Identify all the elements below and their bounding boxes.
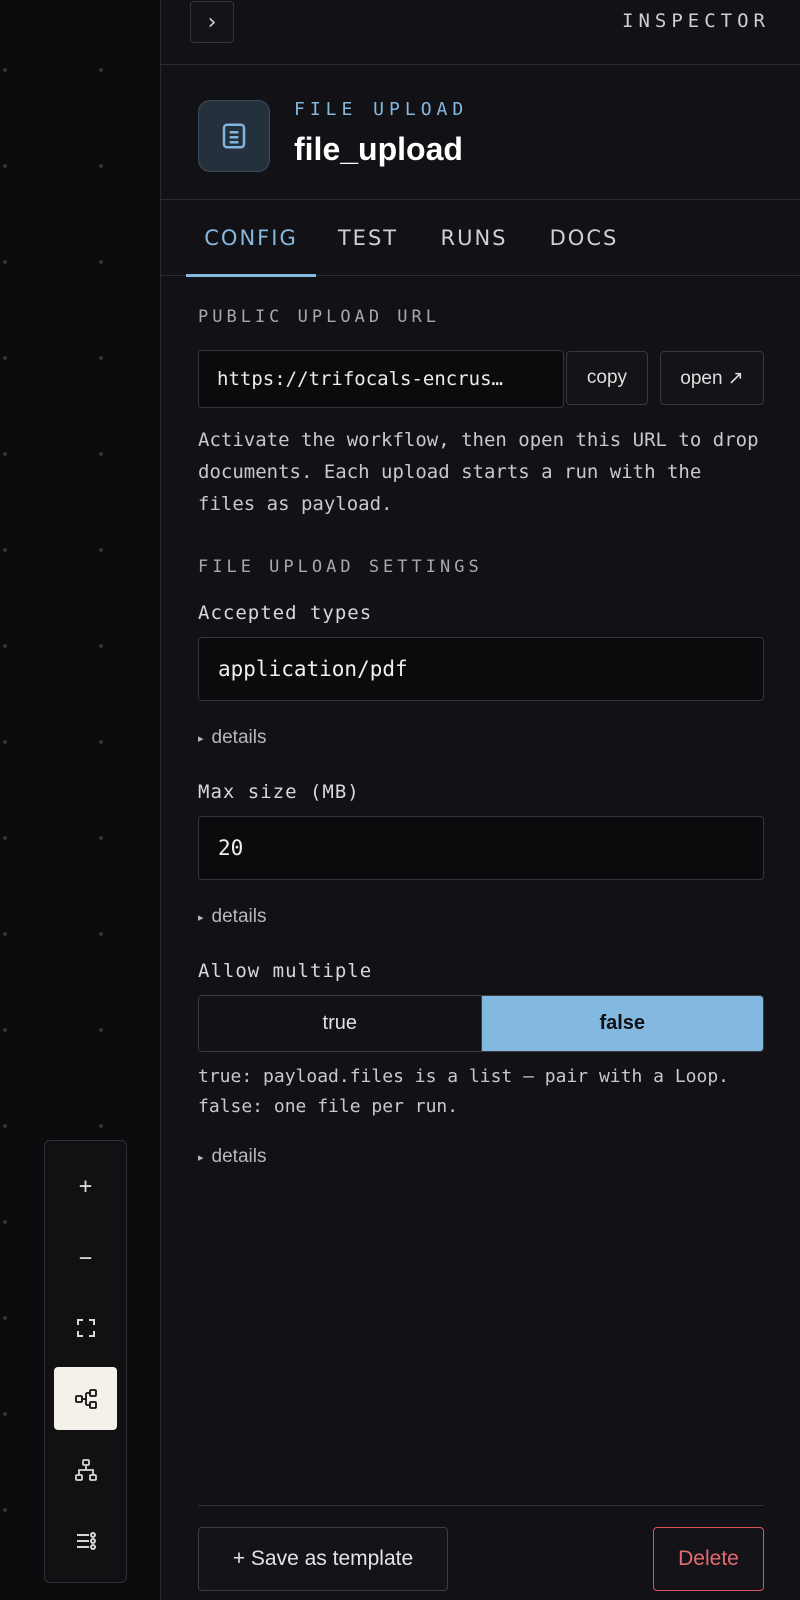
- details-label: details: [211, 1146, 267, 1167]
- tab-runs[interactable]: RUNS: [433, 200, 515, 276]
- allow-multiple-toggle: true false: [198, 995, 764, 1052]
- accepted-types-details[interactable]: ▸ details: [198, 727, 266, 749]
- list-icon: [76, 1531, 96, 1550]
- chevron-right-icon: ›: [207, 9, 217, 35]
- node-type-label: FILE UPLOAD: [294, 99, 469, 120]
- collapse-panel-button[interactable]: ›: [190, 1, 234, 43]
- delete-button[interactable]: Delete: [653, 1527, 764, 1591]
- list-view-button[interactable]: [54, 1509, 117, 1572]
- disclosure-triangle-icon: ▸: [198, 732, 204, 745]
- allow-multiple-details[interactable]: ▸ details: [198, 1146, 266, 1168]
- public-url-help: Activate the workflow, then open this UR…: [198, 429, 759, 515]
- copy-url-button[interactable]: copy: [566, 351, 648, 405]
- tab-docs[interactable]: DOCS: [541, 200, 627, 276]
- tree-layout-icon: [74, 1458, 97, 1481]
- toggle-option-false[interactable]: false: [480, 996, 763, 1051]
- toggle-option-true[interactable]: true: [199, 996, 481, 1051]
- tab-test[interactable]: TEST: [328, 200, 408, 276]
- flow-layout-button[interactable]: [54, 1367, 117, 1430]
- max-size-input[interactable]: 20: [198, 816, 764, 880]
- accepted-types-input[interactable]: application/pdf: [198, 637, 764, 701]
- disclosure-triangle-icon: ▸: [198, 1151, 204, 1164]
- node-header: FILE UPLOAD file_upload: [161, 65, 800, 200]
- zoom-out-icon: −: [78, 1246, 93, 1271]
- open-url-button[interactable]: open ↗: [660, 351, 764, 405]
- footer-divider: [198, 1505, 764, 1506]
- details-label: details: [211, 906, 267, 927]
- public-url-field[interactable]: https://trifocals-encrus…: [198, 350, 564, 408]
- fit-view-button[interactable]: [54, 1296, 117, 1359]
- inspector-tabs: CONFIG TEST RUNS DOCS: [161, 200, 800, 277]
- tree-layout-button[interactable]: [54, 1438, 117, 1501]
- max-size-details[interactable]: ▸ details: [198, 906, 266, 928]
- public-url-value: https://trifocals-encrus…: [217, 368, 503, 390]
- save-as-template-button[interactable]: + Save as template: [198, 1527, 448, 1591]
- disclosure-triangle-icon: ▸: [198, 911, 204, 924]
- node-name: file_upload: [294, 131, 463, 167]
- zoom-in-button[interactable]: +: [54, 1155, 117, 1218]
- canvas-toolbar: + −: [44, 1140, 127, 1583]
- zoom-in-icon: +: [78, 1174, 93, 1199]
- max-size-label: Max size (MB): [198, 781, 360, 803]
- fit-view-icon: [76, 1318, 95, 1337]
- details-label: details: [211, 727, 267, 748]
- document-icon: [222, 123, 246, 149]
- tab-config[interactable]: CONFIG: [186, 200, 316, 277]
- public-url-section-label: PUBLIC UPLOAD URL: [198, 307, 440, 327]
- inspector-topbar: › INSPECTOR: [161, 0, 800, 65]
- allow-multiple-help: true: payload.files is a list — pair wit…: [198, 1066, 730, 1117]
- accepted-types-label: Accepted types: [198, 602, 373, 624]
- node-icon: [198, 100, 270, 172]
- zoom-out-button[interactable]: −: [54, 1227, 117, 1290]
- inspector-panel: › INSPECTOR FILE UPLOAD file_upload CONF…: [161, 0, 800, 1600]
- flow-layout-icon: [74, 1388, 97, 1409]
- settings-section-label: FILE UPLOAD SETTINGS: [198, 557, 483, 577]
- allow-multiple-label: Allow multiple: [198, 960, 373, 982]
- inspector-title: INSPECTOR: [622, 10, 770, 32]
